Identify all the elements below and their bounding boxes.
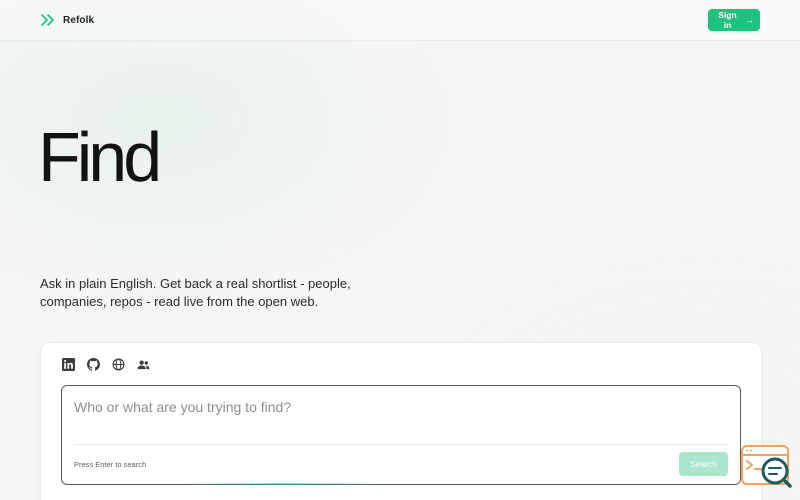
search-box-divider	[74, 444, 728, 445]
people-icon	[137, 360, 149, 369]
search-box: Press Enter to search Search	[61, 385, 741, 485]
sign-in-button[interactable]: Sign in →	[708, 9, 760, 31]
search-button[interactable]: Search	[679, 452, 728, 476]
source-selector	[61, 357, 161, 371]
search-card: Press Enter to search Search	[40, 342, 762, 500]
brand[interactable]: Refolk	[40, 12, 94, 28]
arrow-right-icon: →	[745, 15, 754, 25]
double-chevron-logo-icon	[41, 14, 54, 26]
linkedin-icon	[61, 357, 75, 371]
hero-title: Find	[38, 118, 162, 196]
sign-in-label: Sign in	[718, 10, 737, 30]
hero-subtitle: Ask in plain English. Get back a real sh…	[40, 276, 351, 309]
search-input[interactable]	[74, 396, 724, 418]
loading-highlight	[180, 483, 385, 485]
source-web[interactable]	[111, 357, 125, 371]
source-github[interactable]	[86, 357, 100, 371]
search-hint: Press Enter to search	[74, 460, 147, 469]
source-people[interactable]	[136, 357, 150, 371]
source-linkedin[interactable]	[61, 357, 75, 371]
globe-icon	[112, 358, 124, 370]
top-bar: Refolk Sign in →	[0, 0, 800, 41]
chat-widget-icon[interactable]	[741, 445, 793, 490]
github-icon	[86, 357, 100, 371]
brand-name: Refolk	[63, 14, 95, 26]
